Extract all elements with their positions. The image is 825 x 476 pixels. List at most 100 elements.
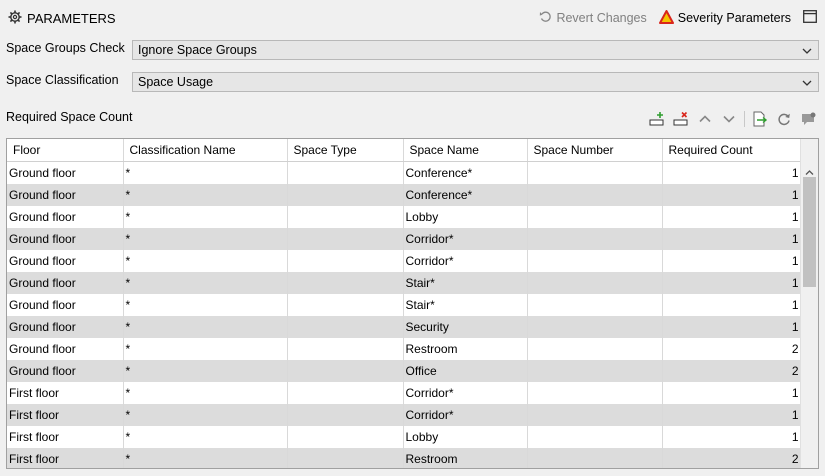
required-space-count-table[interactable]: Floor Classification Name Space Type Spa… <box>6 138 819 469</box>
export-icon[interactable] <box>751 110 769 128</box>
cell-floor[interactable]: First floor <box>7 426 124 448</box>
move-up-icon[interactable] <box>696 110 714 128</box>
cell-required-count[interactable]: 1 <box>662 228 802 250</box>
column-header-space-name[interactable]: Space Name <box>403 139 528 162</box>
cell-space-name[interactable]: Lobby <box>403 426 528 448</box>
cell-space-number[interactable] <box>527 338 663 360</box>
cell-space-number[interactable] <box>527 404 663 426</box>
severity-parameters-button[interactable]: Severity Parameters <box>658 9 791 27</box>
table-row[interactable]: First floor * Restroom 2 <box>7 448 802 468</box>
cell-space-number[interactable] <box>527 228 663 250</box>
cell-classification-name[interactable]: * <box>123 206 288 228</box>
add-row-icon[interactable] <box>648 110 666 128</box>
cell-classification-name[interactable]: * <box>123 184 288 206</box>
cell-classification-name[interactable]: * <box>123 161 288 184</box>
cell-space-name[interactable]: Restroom <box>403 338 528 360</box>
cell-space-number[interactable] <box>527 272 663 294</box>
cell-floor[interactable]: Ground floor <box>7 228 124 250</box>
cell-classification-name[interactable]: * <box>123 228 288 250</box>
cell-required-count[interactable]: 2 <box>662 338 802 360</box>
cell-space-name[interactable]: Stair* <box>403 272 528 294</box>
cell-classification-name[interactable]: * <box>123 426 288 448</box>
cell-floor[interactable]: Ground floor <box>7 161 124 184</box>
cell-required-count[interactable]: 1 <box>662 294 802 316</box>
cell-classification-name[interactable]: * <box>123 272 288 294</box>
cell-classification-name[interactable]: * <box>123 360 288 382</box>
cell-space-name[interactable]: Corridor* <box>403 382 528 404</box>
cell-space-type[interactable] <box>287 161 404 184</box>
cell-space-number[interactable] <box>527 250 663 272</box>
cell-floor[interactable]: Ground floor <box>7 338 124 360</box>
delete-row-icon[interactable] <box>672 110 690 128</box>
cell-space-number[interactable] <box>527 294 663 316</box>
cell-required-count[interactable]: 1 <box>662 250 802 272</box>
table-row[interactable]: Ground floor * Conference* 1 <box>7 161 802 184</box>
window-icon[interactable] <box>803 10 817 26</box>
cell-required-count[interactable]: 1 <box>662 426 802 448</box>
cell-classification-name[interactable]: * <box>123 338 288 360</box>
cell-space-name[interactable]: Conference* <box>403 161 528 184</box>
cell-required-count[interactable]: 1 <box>662 316 802 338</box>
cell-space-number[interactable] <box>527 184 663 206</box>
cell-required-count[interactable]: 1 <box>662 404 802 426</box>
cell-space-type[interactable] <box>287 382 404 404</box>
table-row[interactable]: Ground floor * Corridor* 1 <box>7 228 802 250</box>
cell-required-count[interactable]: 1 <box>662 206 802 228</box>
cell-space-name[interactable]: Corridor* <box>403 404 528 426</box>
cell-space-number[interactable] <box>527 382 663 404</box>
cell-classification-name[interactable]: * <box>123 316 288 338</box>
cell-space-name[interactable]: Corridor* <box>403 250 528 272</box>
move-down-icon[interactable] <box>720 110 738 128</box>
column-header-floor[interactable]: Floor <box>7 139 124 162</box>
cell-space-type[interactable] <box>287 228 404 250</box>
scrollbar-thumb[interactable] <box>803 177 816 287</box>
space-classification-select[interactable]: Space Usage <box>132 72 819 92</box>
cell-space-type[interactable] <box>287 250 404 272</box>
cell-space-number[interactable] <box>527 206 663 228</box>
vertical-scrollbar[interactable] <box>800 139 818 468</box>
cell-space-number[interactable] <box>527 426 663 448</box>
cell-classification-name[interactable]: * <box>123 294 288 316</box>
cell-space-name[interactable]: Office <box>403 360 528 382</box>
cell-floor[interactable]: Ground floor <box>7 294 124 316</box>
table-row[interactable]: Ground floor * Lobby 1 <box>7 206 802 228</box>
table-row[interactable]: Ground floor * Restroom 2 <box>7 338 802 360</box>
comment-icon[interactable] <box>799 110 817 128</box>
cell-space-type[interactable] <box>287 294 404 316</box>
cell-space-number[interactable] <box>527 161 663 184</box>
cell-space-type[interactable] <box>287 272 404 294</box>
cell-required-count[interactable]: 1 <box>662 184 802 206</box>
cell-floor[interactable]: First floor <box>7 448 124 468</box>
refresh-icon[interactable] <box>775 110 793 128</box>
cell-required-count[interactable]: 2 <box>662 448 802 468</box>
space-groups-check-select[interactable]: Ignore Space Groups <box>132 40 819 60</box>
cell-space-type[interactable] <box>287 448 404 468</box>
cell-space-name[interactable]: Corridor* <box>403 228 528 250</box>
cell-floor[interactable]: First floor <box>7 382 124 404</box>
column-header-space-number[interactable]: Space Number <box>527 139 663 162</box>
cell-space-name[interactable]: Stair* <box>403 294 528 316</box>
column-header-required-count[interactable]: Required Count <box>662 139 802 162</box>
cell-floor[interactable]: Ground floor <box>7 316 124 338</box>
table-row[interactable]: Ground floor * Conference* 1 <box>7 184 802 206</box>
column-header-classification-name[interactable]: Classification Name <box>123 139 288 162</box>
table-row[interactable]: First floor * Corridor* 1 <box>7 404 802 426</box>
cell-space-name[interactable]: Conference* <box>403 184 528 206</box>
table-row[interactable]: Ground floor * Office 2 <box>7 360 802 382</box>
cell-space-number[interactable] <box>527 360 663 382</box>
cell-space-type[interactable] <box>287 360 404 382</box>
cell-floor[interactable]: Ground floor <box>7 184 124 206</box>
cell-space-type[interactable] <box>287 426 404 448</box>
cell-space-number[interactable] <box>527 316 663 338</box>
table-row[interactable]: Ground floor * Stair* 1 <box>7 294 802 316</box>
cell-classification-name[interactable]: * <box>123 404 288 426</box>
cell-space-type[interactable] <box>287 404 404 426</box>
cell-space-name[interactable]: Restroom <box>403 448 528 468</box>
cell-space-name[interactable]: Lobby <box>403 206 528 228</box>
cell-classification-name[interactable]: * <box>123 448 288 468</box>
cell-space-type[interactable] <box>287 206 404 228</box>
cell-space-number[interactable] <box>527 448 663 468</box>
table-row[interactable]: Ground floor * Stair* 1 <box>7 272 802 294</box>
table-row[interactable]: Ground floor * Corridor* 1 <box>7 250 802 272</box>
cell-floor[interactable]: Ground floor <box>7 250 124 272</box>
